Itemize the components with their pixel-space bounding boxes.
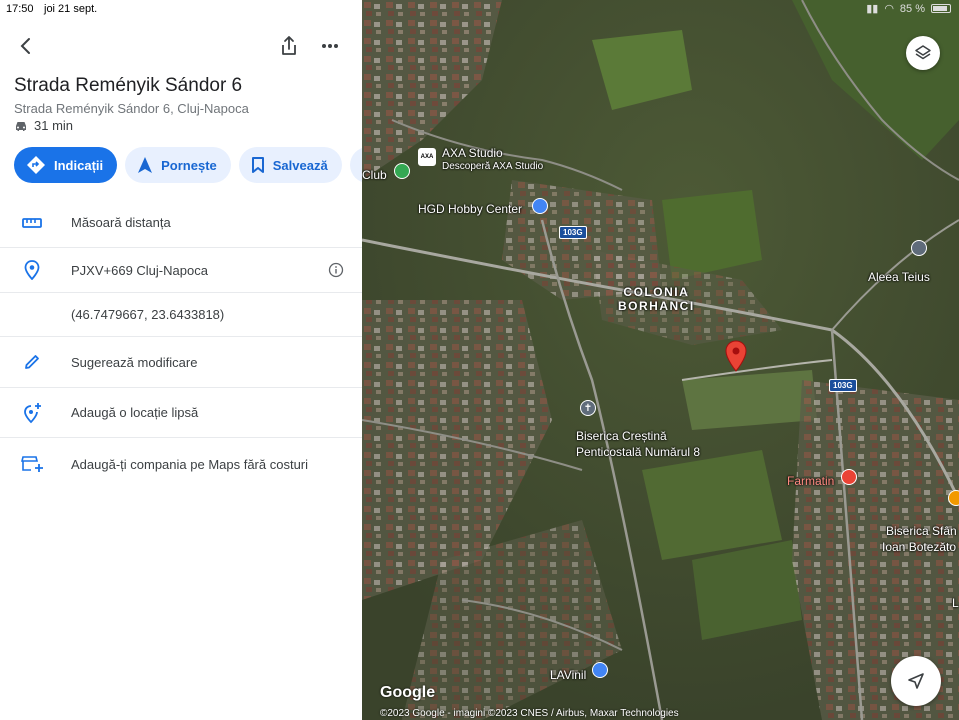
place-address: Strada Reményik Sándor 6, Cluj-Napoca: [14, 101, 249, 116]
start-label: Pornește: [161, 157, 217, 173]
bookmark-icon: [251, 157, 264, 173]
more-options-button[interactable]: [316, 32, 344, 60]
map-label-biserica-line2[interactable]: Penticostală Numărul 8: [576, 445, 700, 459]
street-poi-icon[interactable]: [911, 240, 927, 256]
measure-distance-label: Măsoară distanța: [71, 215, 171, 230]
travel-time: 31 min: [14, 118, 73, 133]
share-button[interactable]: [275, 32, 303, 60]
suggest-edit-label: Sugerează modificare: [71, 354, 198, 370]
suggest-edit-row[interactable]: Sugerează modificare: [0, 337, 362, 388]
axa-logo-text: AXA: [420, 154, 434, 160]
pharmacy-poi-icon[interactable]: [841, 469, 857, 485]
directions-label: Indicații: [54, 157, 104, 173]
map-label-aleea-teius[interactable]: Aleea Teius: [868, 270, 930, 284]
signal-icon: ▮▮: [866, 3, 879, 15]
map-label-lavinil[interactable]: LAVinil: [550, 668, 586, 682]
pencil-icon: [20, 350, 44, 374]
chevron-left-icon: [20, 38, 30, 54]
status-date: joi 21 sept.: [44, 3, 98, 15]
travel-time-text: 31 min: [34, 118, 74, 133]
orange-poi-icon[interactable]: [948, 490, 959, 506]
share-icon: [282, 36, 296, 55]
back-button[interactable]: [12, 32, 40, 60]
road-shield-103g-south: 103G: [829, 379, 857, 392]
map-label-biserica-sf-line1[interactable]: Biserica Sfân: [886, 524, 957, 538]
battery-text: 85 %: [899, 2, 925, 15]
place-title: Strada Reményik Sándor 6: [14, 75, 243, 96]
battery-icon: [931, 4, 951, 13]
car-icon: [16, 121, 26, 131]
directions-button[interactable]: Indicații: [14, 147, 118, 183]
wifi-icon: ◠: [884, 3, 894, 15]
map-attribution[interactable]: ©2023 Google - imagini ©2023 CNES / Airb…: [380, 708, 679, 719]
place-panel: Strada Reményik Sándor 6 Strada Reményik…: [0, 0, 362, 720]
google-logo: Google: [380, 684, 436, 701]
add-missing-place-label: Adaugă o locație lipsă: [71, 405, 199, 420]
save-button[interactable]: Salvează: [238, 147, 342, 183]
navigation-arrow-icon: [138, 157, 153, 173]
add-business-row[interactable]: Adaugă-ți compania pe Maps fără costuri: [0, 438, 362, 490]
status-time: 17:50: [6, 3, 34, 15]
church-poi-icon[interactable]: ✝: [580, 400, 596, 416]
info-icon[interactable]: [328, 262, 344, 278]
my-location-button[interactable]: [891, 656, 941, 706]
coordinates-label: (46.7479667, 23.6433818): [71, 307, 225, 322]
details-list: Măsoară distanța PJXV+669 Cluj-Napoca (4…: [0, 198, 362, 490]
road-shield-103g-north: 103G: [559, 226, 587, 239]
measure-distance-row[interactable]: Măsoară distanța: [0, 198, 362, 248]
coordinates-row[interactable]: (46.7479667, 23.6433818): [0, 293, 362, 337]
map-label-axa-studio[interactable]: AXA Studio: [442, 146, 503, 160]
map-label-colonia[interactable]: COLONIA BORHANCI: [618, 285, 695, 313]
directions-icon: [27, 156, 45, 174]
club-poi-icon[interactable]: [394, 163, 410, 179]
save-label: Salvează: [272, 157, 328, 173]
add-location-icon: [20, 401, 44, 425]
more-dots-icon: [322, 44, 338, 48]
colonia-line-1: COLONIA: [623, 285, 690, 299]
panel-topbar: [0, 30, 362, 62]
add-missing-place-row[interactable]: Adaugă o locație lipsă: [0, 388, 362, 438]
location-arrow-icon: [908, 673, 924, 689]
start-button[interactable]: Pornește: [125, 147, 231, 183]
ruler-icon: [20, 211, 44, 235]
map-label-hgd[interactable]: HGD Hobby Center: [418, 202, 522, 216]
action-chips: Indicații Pornește Salvează: [14, 147, 362, 183]
status-bar: 17:50 joi 21 sept. ▮▮ ◠ 85 %: [0, 0, 959, 18]
map-label-axa-sub[interactable]: Descoperă AXA Studio: [442, 161, 543, 172]
map-label-club[interactable]: Club: [362, 168, 387, 182]
shopping-poi-icon[interactable]: [532, 198, 548, 214]
satellite-map[interactable]: AXA AXA Studio Descoperă AXA Studio Club…: [362, 0, 959, 720]
location-pin-icon: [20, 258, 44, 282]
map-label-edge: L: [952, 596, 959, 610]
add-business-label: Adaugă-ți compania pe Maps fără costuri: [71, 456, 309, 472]
layers-icon: [915, 45, 931, 60]
dropped-pin-icon[interactable]: [724, 340, 748, 372]
plus-code-row[interactable]: PJXV+669 Cluj-Napoca: [0, 248, 362, 293]
plus-code-label: PJXV+669 Cluj-Napoca: [71, 262, 208, 278]
add-business-icon: [20, 452, 44, 476]
satellite-imagery: [362, 0, 959, 720]
more-actions-chip[interactable]: [349, 147, 362, 183]
colonia-line-2: BORHANCI: [618, 299, 695, 313]
map-label-biserica-sf-line2[interactable]: Ioan Botezăto: [882, 540, 956, 554]
map-layers-button[interactable]: [906, 36, 940, 70]
axa-studio-logo[interactable]: AXA: [418, 148, 436, 166]
status-indicators: ▮▮ ◠ 85 %: [866, 2, 951, 15]
map-label-farmatin[interactable]: Farmatin: [787, 474, 834, 488]
shop-poi-icon[interactable]: [592, 662, 608, 678]
map-label-biserica-line1[interactable]: Biserica Creștină: [576, 429, 667, 443]
